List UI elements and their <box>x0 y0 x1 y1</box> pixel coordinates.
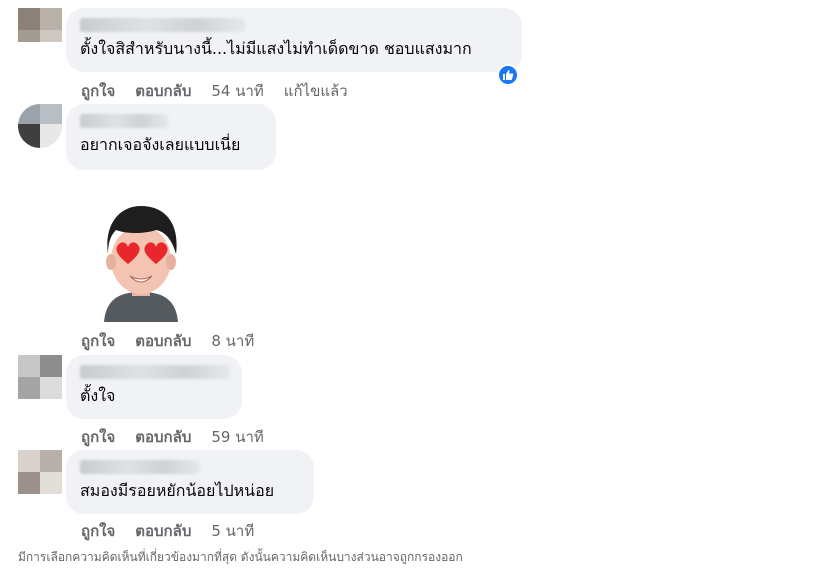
avatar[interactable] <box>18 104 62 148</box>
like-link[interactable]: ถูกใจ <box>81 329 115 353</box>
reply-link[interactable]: ตอบกลับ <box>135 329 191 353</box>
commenter-name-blurred[interactable] <box>80 460 200 474</box>
avatar[interactable] <box>18 450 62 494</box>
commenter-name-blurred[interactable] <box>80 114 168 128</box>
timestamp[interactable]: 59 นาที <box>211 425 263 449</box>
comment-bubble: อยากเจอจังเลยแบบเนี่ย <box>66 104 276 170</box>
reply-link[interactable]: ตอบกลับ <box>135 519 191 543</box>
avatar[interactable] <box>18 355 62 399</box>
thumbs-up-icon[interactable] <box>497 64 519 86</box>
reply-link[interactable]: ตอบกลับ <box>135 79 191 103</box>
like-link[interactable]: ถูกใจ <box>81 519 115 543</box>
comment-text: สมองมีรอยหยักน้อยไปหน่อย <box>80 481 275 500</box>
like-link[interactable]: ถูกใจ <box>81 79 115 103</box>
commenter-name-blurred[interactable] <box>80 18 245 32</box>
heart-eyes-avatar-sticker[interactable] <box>96 198 186 322</box>
avatar[interactable] <box>18 8 62 42</box>
comment-bubble: สมองมีรอยหยักน้อยไปหน่อย <box>66 450 314 514</box>
timestamp[interactable]: 8 นาที <box>211 329 254 353</box>
reply-link[interactable]: ตอบกลับ <box>135 425 191 449</box>
comment-text: อยากเจอจังเลยแบบเนี่ย <box>80 135 241 154</box>
comment-bubble: ตั้งใจ <box>66 355 242 419</box>
edited-label[interactable]: แก้ไขแล้ว <box>284 79 348 103</box>
commenter-name-blurred[interactable] <box>80 365 230 379</box>
comment-text: ตั้งใจสิสำหรับนางนี้...ไม่มีแสงไม่ทำเด็ด… <box>80 39 472 58</box>
filtered-comments-note: มีการเลือกความคิดเห็นที่เกี่ยวข้องมากที่… <box>18 550 463 564</box>
timestamp[interactable]: 54 นาที <box>211 79 263 103</box>
comment-bubble: ตั้งใจสิสำหรับนางนี้...ไม่มีแสงไม่ทำเด็ด… <box>66 8 522 72</box>
like-link[interactable]: ถูกใจ <box>81 425 115 449</box>
timestamp[interactable]: 5 นาที <box>211 519 254 543</box>
comment-text: ตั้งใจ <box>80 386 116 405</box>
